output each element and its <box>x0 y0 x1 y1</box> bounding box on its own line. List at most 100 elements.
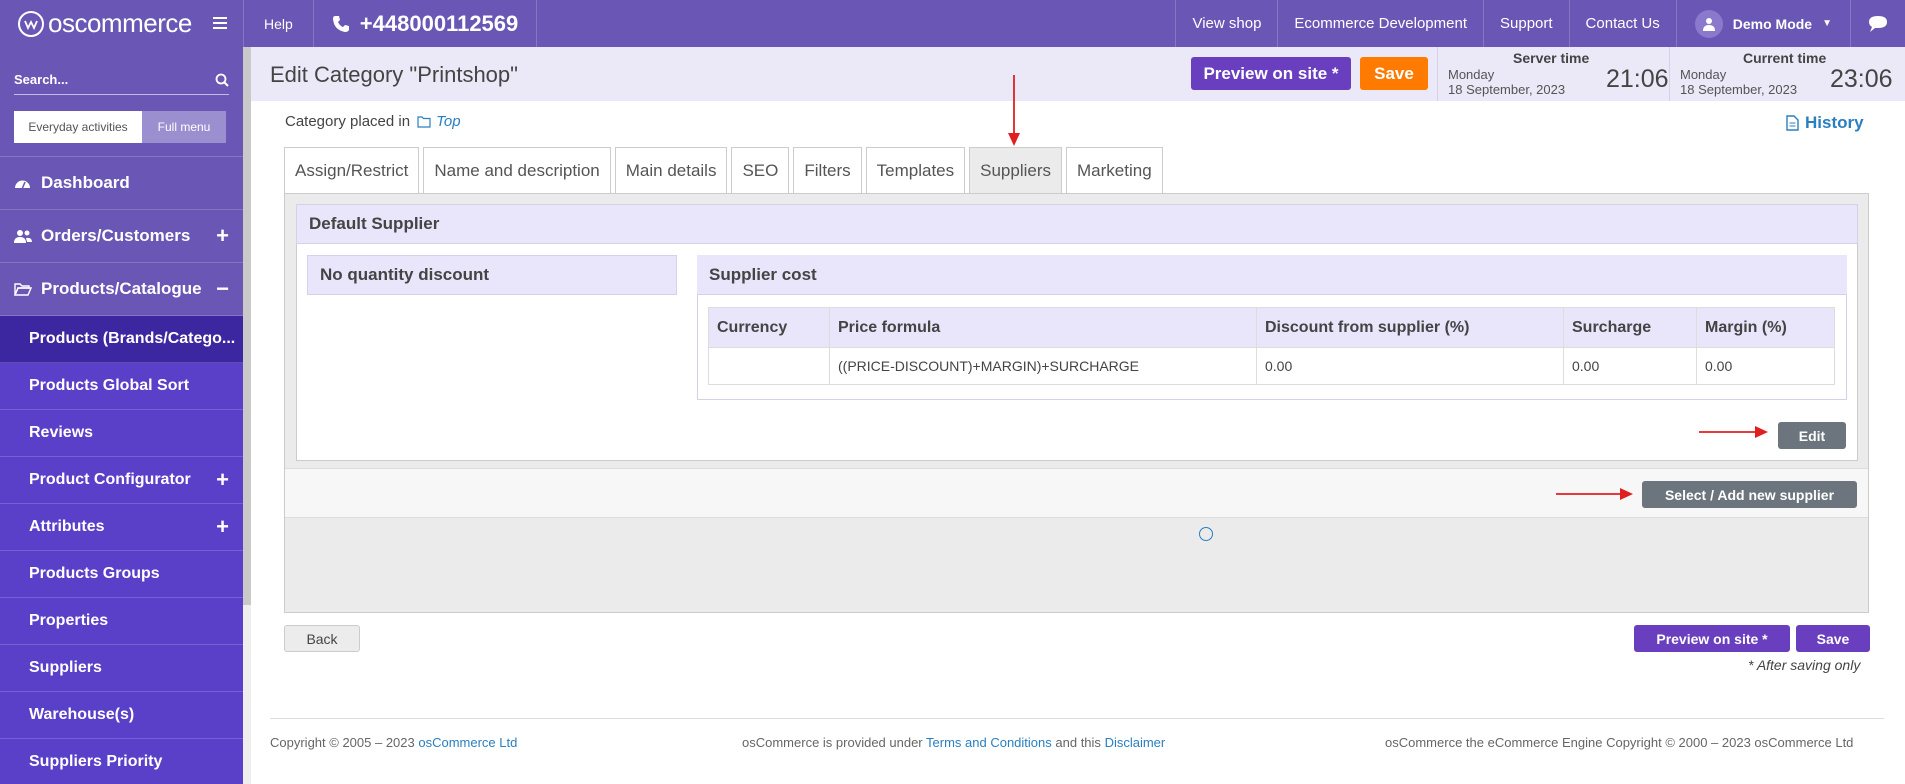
view-shop-link[interactable]: View shop <box>1175 0 1277 47</box>
support-link[interactable]: Support <box>1483 0 1569 47</box>
footer-terms: osCommerce is provided under Terms and C… <box>742 735 1166 750</box>
disclaimer-link[interactable]: Disclaimer <box>1105 735 1166 750</box>
footer-engine-copyright: osCommerce the eCommerce Engine Copyrigh… <box>1385 735 1854 750</box>
preview-on-site-button[interactable]: Preview on site * <box>1191 57 1351 90</box>
table-cell: 0.00 <box>1563 347 1697 385</box>
sidebar-item-products-catalogue[interactable]: Products/Catalogue − <box>0 263 243 316</box>
sidebar-item-products-brands-categories[interactable]: Products (Brands/Catego... <box>0 316 243 363</box>
caret-down-icon: ▼ <box>1822 18 1832 29</box>
tab-assign-restrict[interactable]: Assign/Restrict <box>284 147 420 193</box>
top-bar: oscommerce Help +448000112569 View shop … <box>0 0 1905 47</box>
sidebar: Search... Everyday activities Full menu … <box>0 47 243 784</box>
phone-link[interactable]: +448000112569 <box>314 0 538 47</box>
tab-filters[interactable]: Filters <box>793 147 862 193</box>
everyday-activities-button[interactable]: Everyday activities <box>14 111 142 143</box>
sidebar-item-products-global-sort[interactable]: Products Global Sort <box>0 363 243 410</box>
sidebar-item-suppliers[interactable]: Suppliers <box>0 645 243 692</box>
after-saving-note: * After saving only <box>1748 657 1861 673</box>
sidebar-item-orders-customers[interactable]: Orders/Customers + <box>0 210 243 263</box>
tab-main-details[interactable]: Main details <box>614 147 728 193</box>
contact-us-link[interactable]: Contact Us <box>1568 0 1676 47</box>
footer-divider <box>270 718 1884 719</box>
dashboard-icon <box>14 176 32 191</box>
sidebar-item-products-groups[interactable]: Products Groups <box>0 551 243 598</box>
expand-plus-icon[interactable]: + <box>216 514 229 540</box>
sidebar-item-label: Dashboard <box>41 173 130 192</box>
help-link[interactable]: Help <box>244 0 314 47</box>
sidebar-item-label: Reviews <box>29 424 94 441</box>
ecommerce-development-link[interactable]: Ecommerce Development <box>1277 0 1483 47</box>
table-cell: ((PRICE-DISCOUNT)+MARGIN)+SURCHARGE <box>829 347 1257 385</box>
tab-name-description[interactable]: Name and description <box>423 147 611 193</box>
select-add-supplier-button[interactable]: Select / Add new supplier <box>1642 481 1857 508</box>
terms-link[interactable]: Terms and Conditions <box>926 735 1052 750</box>
menu-mode-toggle: Everyday activities Full menu <box>14 111 229 143</box>
sidebar-item-label: Product Configurator <box>29 471 191 488</box>
menu-toggle-icon[interactable] <box>213 13 227 34</box>
folder-open-icon <box>14 282 32 296</box>
tab-suppliers[interactable]: Suppliers <box>969 147 1063 193</box>
sidebar-item-product-configurator[interactable]: Product Configurator + <box>0 457 243 504</box>
footer-copyright: Copyright © 2005 – 2023 osCommerce Ltd <box>270 735 518 750</box>
table-cell: 0.00 <box>1256 347 1564 385</box>
logo[interactable]: oscommerce <box>0 0 244 47</box>
server-time-date: Monday 18 September, 2023 <box>1448 67 1566 97</box>
save-button[interactable]: Save <box>1360 57 1428 90</box>
column-header: Surcharge <box>1563 307 1697 348</box>
sidebar-item-label: Orders/Customers <box>41 226 191 245</box>
table-cell <box>708 347 830 385</box>
current-time-label: Current time <box>1743 50 1827 66</box>
tab-templates[interactable]: Templates <box>865 147 966 193</box>
sidebar-item-suppliers-priority[interactable]: Suppliers Priority <box>0 739 243 784</box>
sidebar-item-label: Products Groups <box>29 565 160 582</box>
back-button[interactable]: Back <box>284 625 360 652</box>
edit-supplier-button[interactable]: Edit <box>1778 422 1846 449</box>
supplier-cost-heading: Supplier cost <box>697 255 1847 295</box>
server-time: Server time Monday 18 September, 2023 21:… <box>1437 47 1669 101</box>
phone-number: +448000112569 <box>359 10 519 36</box>
sidebar-item-label: Products (Brands/Catego... <box>29 330 236 347</box>
document-icon <box>1786 115 1799 131</box>
history-link[interactable]: History <box>1786 113 1864 133</box>
page-title: Edit Category "Printshop" <box>270 62 518 87</box>
annotation-arrow-icon <box>1699 426 1768 438</box>
column-header: Margin (%) <box>1696 307 1835 348</box>
sidebar-item-label: Products/Catalogue <box>41 279 202 298</box>
collapse-minus-icon[interactable]: − <box>216 276 229 302</box>
sidebar-item-label: Properties <box>29 612 109 629</box>
breadcrumb-prefix: Category placed in <box>285 113 411 130</box>
sidebar-item-reviews[interactable]: Reviews <box>0 410 243 457</box>
sidebar-item-label: Suppliers Priority <box>29 753 163 770</box>
column-header: Discount from supplier (%) <box>1256 307 1564 348</box>
chat-icon[interactable] <box>1850 0 1905 47</box>
save-button-bottom[interactable]: Save <box>1796 625 1870 652</box>
sidebar-item-attributes[interactable]: Attributes + <box>0 504 243 551</box>
server-time-label: Server time <box>1513 50 1590 66</box>
user-name: Demo Mode <box>1732 15 1813 32</box>
tab-seo[interactable]: SEO <box>731 147 790 193</box>
column-header: Price formula <box>829 307 1257 348</box>
sidebar-item-label: Products Global Sort <box>29 377 190 394</box>
sidebar-item-dashboard[interactable]: Dashboard <box>0 157 243 210</box>
tab-marketing[interactable]: Marketing <box>1066 147 1163 193</box>
page-header: Edit Category "Printshop" Preview on sit… <box>251 47 1905 101</box>
users-icon <box>14 229 32 243</box>
expand-plus-icon[interactable]: + <box>216 223 229 249</box>
server-time-value: 21:06 <box>1606 65 1669 93</box>
expand-plus-icon[interactable]: + <box>216 467 229 493</box>
breadcrumb-top-link[interactable]: Top <box>436 113 460 130</box>
preview-on-site-button-bottom[interactable]: Preview on site * <box>1634 625 1790 652</box>
loading-spinner-icon <box>1199 527 1213 541</box>
sidebar-item-label: Warehouse(s) <box>29 706 135 723</box>
sidebar-search-input[interactable]: Search... <box>14 65 229 95</box>
annotation-arrow-icon <box>1008 75 1020 146</box>
phone-icon <box>332 15 349 32</box>
oscommerce-ltd-link[interactable]: osCommerce Ltd <box>418 735 517 750</box>
user-menu[interactable]: Demo Mode ▼ <box>1675 0 1850 47</box>
search-placeholder: Search... <box>14 72 69 87</box>
full-menu-button[interactable]: Full menu <box>142 111 226 143</box>
sidebar-scrollbar-thumb[interactable] <box>243 47 251 605</box>
current-time-date: Monday 18 September, 2023 <box>1680 67 1798 97</box>
sidebar-item-properties[interactable]: Properties <box>0 598 243 645</box>
sidebar-item-warehouses[interactable]: Warehouse(s) <box>0 692 243 739</box>
